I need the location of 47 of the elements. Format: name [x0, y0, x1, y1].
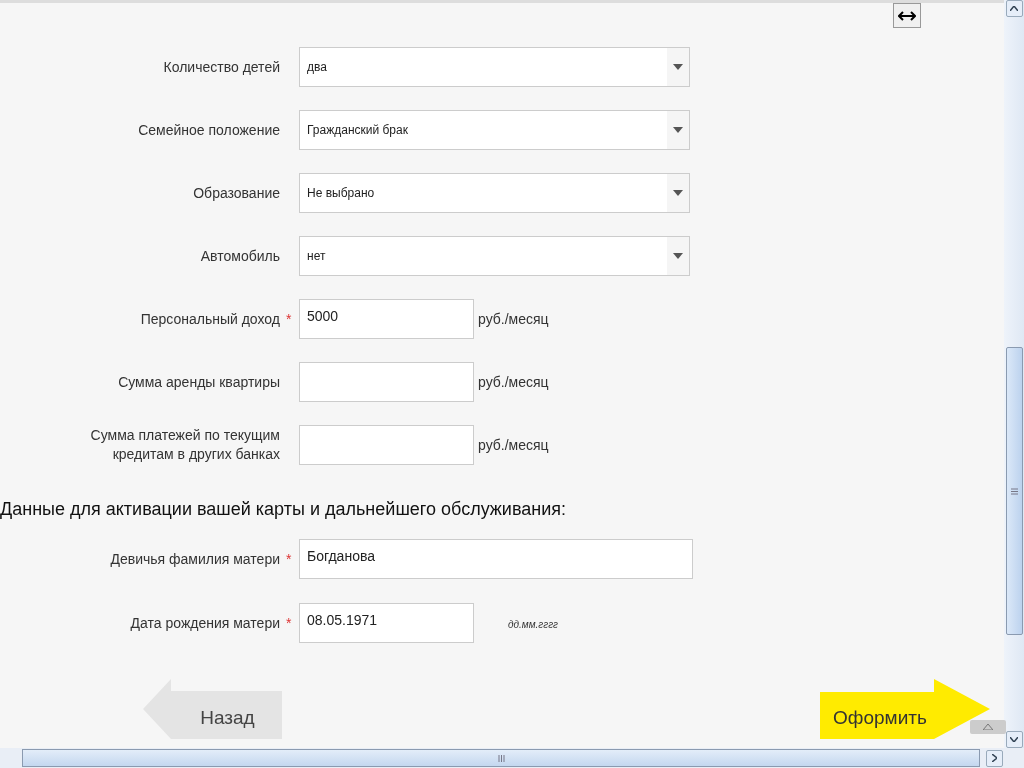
unit-label: руб./месяц — [477, 437, 549, 453]
input-field[interactable] — [299, 362, 474, 402]
unit-label: руб./месяц — [477, 311, 549, 327]
caret-down-icon — [1010, 737, 1018, 742]
grip-icon — [497, 754, 505, 762]
dropdown-field[interactable]: два — [299, 47, 690, 87]
input-field[interactable]: 08.05.1971 — [299, 603, 474, 643]
input-field[interactable]: 5000 — [299, 299, 474, 339]
scrollbar-thumb[interactable] — [22, 749, 980, 767]
scrollbar-thumb[interactable] — [1005, 347, 1023, 635]
resize-button[interactable] — [893, 3, 921, 28]
double-arrow-icon — [898, 10, 916, 21]
dropdown-field[interactable]: Не выбрано — [299, 173, 690, 213]
dropdown-caret-icon — [673, 190, 683, 196]
dropdown-caret-icon — [673, 64, 683, 70]
required-asterisk: * — [285, 615, 292, 631]
section-heading: Данные для активации вашей карты и дальнейшего обслуживания: — [0, 499, 568, 520]
dropdown-caret-icon — [673, 127, 683, 133]
dropdown-caret-icon — [673, 253, 683, 259]
caret-up-icon — [1010, 6, 1018, 11]
field-label: Семейное положение — [137, 120, 280, 140]
field-label: Персональный доход — [139, 309, 280, 329]
scroll-right-button[interactable] — [986, 749, 1003, 767]
field-label: Количество детей — [162, 57, 280, 77]
field-label: Автомобиль — [199, 246, 280, 266]
field-label: Дата рождения матери — [129, 613, 280, 633]
input-field[interactable] — [299, 425, 474, 465]
grip-icon — [1010, 487, 1018, 495]
field-label: Образование — [192, 183, 280, 203]
format-hint: дд.мм.гггг — [507, 619, 559, 630]
input-field[interactable]: Богданова — [299, 539, 693, 579]
submit-button[interactable]: Оформить — [820, 679, 990, 739]
field-label: Сумма аренды квартиры — [117, 372, 280, 392]
dropdown-field[interactable]: нет — [299, 236, 690, 276]
required-asterisk: * — [285, 551, 292, 567]
field-label: Сумма платежей по текущим кредитам в других банках — [89, 426, 280, 464]
caret-up-icon — [983, 724, 993, 730]
required-asterisk: * — [285, 311, 292, 327]
dropdown-field[interactable]: Гражданский брак — [299, 110, 690, 150]
unit-label: руб./месяц — [477, 374, 549, 390]
scroll-up-button[interactable] — [1005, 0, 1023, 17]
field-label: Девичья фамилия матери — [109, 549, 280, 569]
back-button[interactable]: Назад — [143, 679, 282, 739]
scroll-down-button[interactable] — [1005, 731, 1023, 748]
horizontal-scrollbar[interactable] — [0, 748, 1024, 768]
vertical-scrollbar[interactable] — [1004, 0, 1024, 748]
caret-right-icon — [992, 754, 997, 762]
